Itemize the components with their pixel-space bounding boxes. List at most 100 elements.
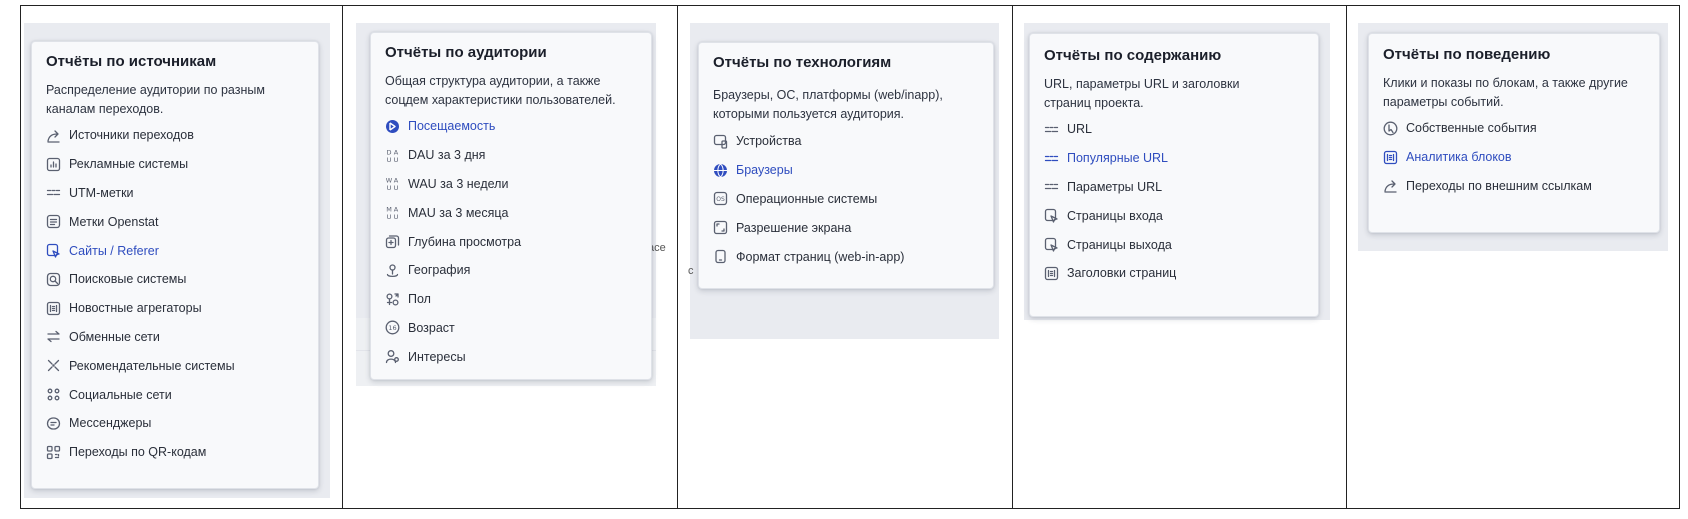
url-icon [1044, 179, 1059, 194]
menu-item[interactable]: Заголовки страниц [1044, 259, 1304, 288]
menu-item-label: Параметры URL [1067, 179, 1163, 194]
menu-item-label: Страницы входа [1067, 208, 1163, 223]
menu-item[interactable]: Поисковые системы [46, 265, 304, 294]
card-title: Отчёты по поведению [1383, 46, 1551, 63]
menu-item[interactable]: UTM-метки [46, 179, 304, 208]
menu-item-label: Поисковые системы [69, 272, 187, 287]
menu-item-label: Рекламные системы [69, 157, 189, 172]
tag-box-icon [46, 214, 61, 229]
exchange-icon [46, 329, 61, 344]
entry-page-icon [1044, 208, 1059, 223]
card-description: Браузеры, ОС, платформы (web/inapp), кот… [713, 88, 943, 121]
menu-item[interactable]: Аналитика блоков [1383, 143, 1645, 172]
qr-icon [46, 445, 61, 460]
menu-item[interactable]: OS Операционные системы [713, 185, 979, 214]
bar-chart-icon [46, 157, 61, 172]
blocks-icon [1383, 150, 1398, 165]
menu-item-label: Возраст [408, 320, 455, 335]
sources-report-menu: Отчёты по источникам Распределение аудит… [31, 41, 319, 489]
arrow-curve-icon [46, 128, 61, 143]
url-icon [1044, 151, 1059, 166]
interests-icon [385, 349, 400, 364]
devices-icon [713, 134, 728, 149]
menu-item[interactable]: Собственные события [1383, 114, 1645, 143]
menu-item[interactable]: URL [1044, 115, 1304, 144]
utm-tag-icon [46, 185, 61, 200]
divider-4 [1346, 5, 1347, 509]
menu-item-label: Заголовки страниц [1067, 266, 1177, 281]
menu-item[interactable]: Пол [385, 285, 637, 314]
message-icon [46, 416, 61, 431]
menu-item-label: Источники переходов [69, 128, 194, 143]
menu-item[interactable]: Глубина просмотра [385, 227, 637, 256]
menu-item-label: Новостные агрегаторы [69, 301, 202, 316]
menu-item[interactable]: 16 Возраст [385, 314, 637, 343]
gender-icon [385, 292, 400, 307]
menu-item-label: Операционные системы [736, 191, 878, 206]
menu-item[interactable]: Переходы по QR-кодам [46, 438, 304, 467]
menu-item[interactable]: Страницы выхода [1044, 230, 1304, 259]
card-description: Распределение аудитории по разным канала… [46, 83, 265, 116]
menu-item[interactable]: Рекомендательные системы [46, 351, 304, 380]
svg-text:U: U [394, 213, 399, 220]
card-description: Общая структура аудитории, а также соцде… [385, 74, 616, 107]
menu-item[interactable]: Параметры URL [1044, 173, 1304, 202]
svg-text:U: U [394, 156, 399, 163]
menu-item-label: Аналитика блоков [1406, 150, 1512, 165]
news-icon [46, 301, 61, 316]
wau-icon: WAUU [385, 176, 400, 192]
menu-item[interactable]: Устройства [713, 127, 979, 156]
referer-icon [46, 243, 61, 258]
url-icon [1044, 122, 1059, 137]
menu-item[interactable]: Переходы по внешним ссылкам [1383, 172, 1645, 201]
geo-icon [385, 263, 400, 278]
card-title: Отчёты по источникам [46, 53, 217, 70]
menu-item-label: MAU за 3 месяца [408, 205, 509, 220]
menu-item[interactable]: M A U U MAU за 3 месяца [385, 198, 637, 227]
menu-item[interactable]: Источники переходов [46, 121, 304, 150]
menu-item-label: Формат страниц (web-in-app) [736, 249, 905, 264]
menu-item[interactable]: Социальные сети [46, 380, 304, 409]
phone-icon [713, 249, 728, 264]
card-title: Отчёты по аудитории [385, 44, 547, 61]
menu-item-label: UTM-метки [69, 185, 134, 200]
menu-item[interactable]: W A U U WAU за 3 недели [385, 170, 637, 199]
menu-item[interactable]: Мессенджеры [46, 409, 304, 438]
menu-item-label: DAU за 3 дня [408, 148, 486, 163]
menu-item[interactable]: Обменные сети [46, 323, 304, 352]
menu-item[interactable]: Формат страниц (web-in-app) [713, 242, 979, 271]
menu-item-label: Социальные сети [69, 387, 172, 402]
menu-item[interactable]: Сайты / Referer [46, 236, 304, 265]
menu-item[interactable]: Метки Openstat [46, 207, 304, 236]
headers-icon [1044, 266, 1059, 281]
menu-item[interactable]: D A U U DAU за 3 дня [385, 141, 637, 170]
divider-1 [342, 5, 343, 509]
menu-item-label: Глубина просмотра [408, 234, 522, 249]
search-icon [46, 272, 61, 287]
age-icon: 16 [385, 320, 400, 335]
card-title: Отчёты по содержанию [1044, 47, 1222, 64]
menu-item-label: Переходы по QR-кодам [69, 445, 207, 460]
menu-item[interactable]: Браузеры [713, 156, 979, 185]
menu-item[interactable]: Популярные URL [1044, 144, 1304, 173]
card-description: Клики и показы по блокам, а также другие… [1383, 76, 1628, 109]
behavior-report-menu: Отчёты по поведению Клики и показы по бл… [1368, 33, 1660, 233]
svg-text:OS: OS [716, 196, 725, 203]
menu-item[interactable]: Разрешение экрана [713, 213, 979, 242]
menu-item[interactable]: Новостные агрегаторы [46, 294, 304, 323]
menu-item[interactable]: Рекламные системы [46, 150, 304, 179]
menu-items: URL Популярные URL Параметры URL Страницы в… [1044, 115, 1304, 288]
divider-3 [1012, 5, 1013, 509]
svg-text:16: 16 [388, 324, 396, 332]
menu-item-label: Посещаемость [408, 119, 496, 134]
menu-item-label: Браузеры [736, 163, 793, 178]
menu-item[interactable]: Посещаемость [385, 112, 637, 141]
menu-item[interactable]: Интересы [385, 342, 637, 371]
menu-item-label: География [408, 263, 471, 278]
menu-item[interactable]: География [385, 256, 637, 285]
menu-items: Посещаемость D A U U DAU за 3 дня W A U U WAU за 3… [385, 112, 637, 371]
screen-icon [713, 220, 728, 235]
recommend-icon [46, 358, 61, 373]
menu-item[interactable]: Страницы входа [1044, 201, 1304, 230]
content-report-menu: Отчёты по содержанию URL, параметры URL … [1029, 33, 1319, 317]
